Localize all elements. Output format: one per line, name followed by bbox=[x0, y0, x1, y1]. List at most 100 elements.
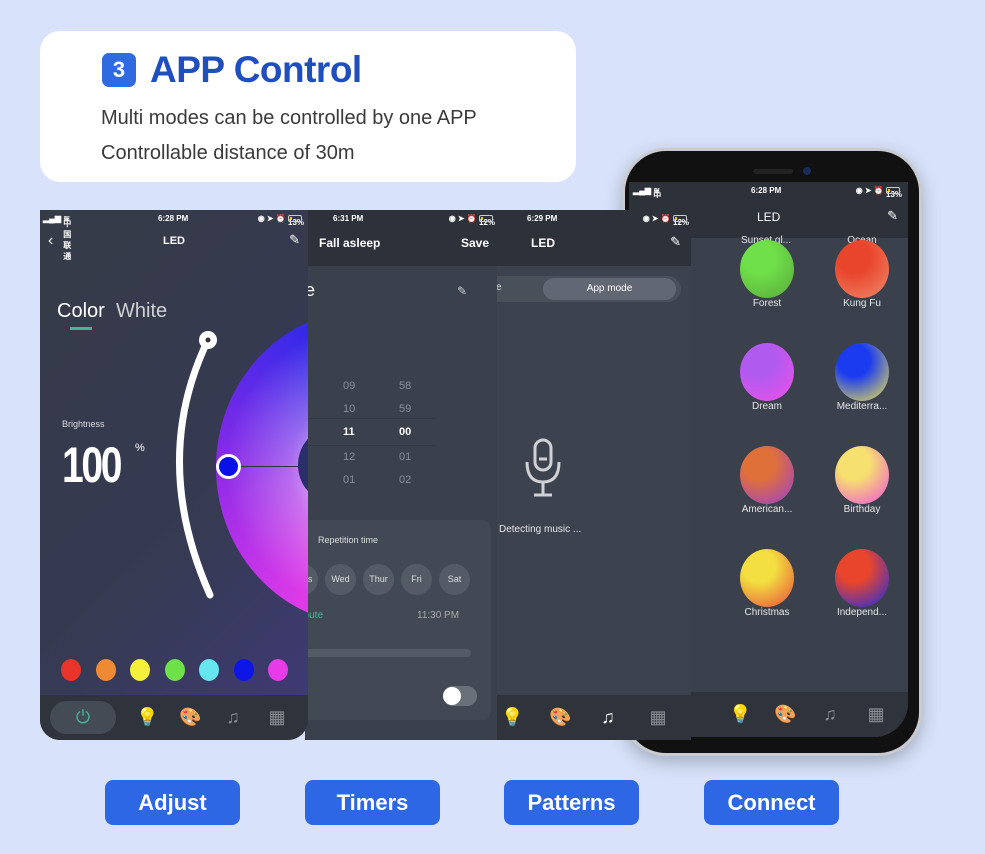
toggle-knob bbox=[443, 687, 461, 705]
time-picker-highlight bbox=[305, 418, 435, 446]
battery-icon bbox=[479, 215, 493, 223]
screen-title: Fall asleep bbox=[319, 236, 381, 250]
pattern-label: Christmas bbox=[744, 607, 790, 618]
save-button[interactable]: Save bbox=[461, 236, 489, 250]
clock: 6:28 PM bbox=[158, 214, 189, 223]
power-button[interactable]: ⏻ bbox=[50, 701, 116, 734]
subtitle-line-1: Multi modes can be controlled by one APP bbox=[101, 107, 477, 129]
music-icon[interactable]: ♫ bbox=[223, 707, 243, 727]
wheel-pointer-line bbox=[240, 466, 300, 467]
progress-track bbox=[305, 649, 471, 657]
color-swatch[interactable] bbox=[61, 659, 81, 681]
day-button[interactable]: Sat bbox=[439, 564, 470, 595]
music-icon[interactable]: ♫ bbox=[598, 707, 618, 727]
day-button[interactable]: Fri bbox=[401, 564, 432, 595]
pattern-label: American... bbox=[741, 504, 793, 515]
color-swatch[interactable] bbox=[233, 659, 254, 681]
edit-icon[interactable]: ✎ bbox=[670, 234, 681, 250]
color-swatch[interactable] bbox=[199, 659, 219, 681]
music-icon[interactable]: ♫ bbox=[820, 704, 840, 724]
tab-color[interactable]: Color bbox=[57, 300, 105, 323]
palette-icon[interactable]: 🎨 bbox=[179, 707, 201, 727]
hour-option[interactable]: 10 bbox=[343, 403, 355, 415]
screen-title: LED bbox=[531, 236, 555, 250]
battery-icon bbox=[288, 215, 302, 223]
screen-header bbox=[491, 226, 691, 266]
pattern-orb[interactable] bbox=[740, 240, 794, 298]
end-time: 11:30 PM bbox=[417, 610, 460, 621]
bulb-icon[interactable]: 💡 bbox=[136, 707, 158, 727]
timers-button[interactable]: Timers bbox=[305, 780, 440, 825]
microphone-icon bbox=[523, 438, 563, 502]
bulb-icon[interactable]: 💡 bbox=[501, 707, 523, 727]
pattern-label: Forest bbox=[752, 298, 782, 309]
edit-icon[interactable]: ✎ bbox=[887, 208, 898, 224]
color-swatch[interactable] bbox=[268, 659, 288, 681]
repetition-label: Repetition time bbox=[318, 535, 379, 545]
brightness-slider[interactable] bbox=[160, 320, 220, 610]
grid-icon[interactable]: ▦ bbox=[866, 704, 886, 724]
hour-option[interactable]: 11 bbox=[343, 426, 355, 438]
connect-button[interactable]: Connect bbox=[704, 780, 839, 825]
pattern-label: Dream bbox=[751, 401, 782, 412]
hour-option[interactable]: 12 bbox=[343, 451, 355, 463]
pattern-orb[interactable] bbox=[835, 240, 889, 298]
tab-color-indicator bbox=[70, 327, 92, 330]
day-button[interactable]: Wed bbox=[325, 564, 356, 595]
minute-option[interactable]: 59 bbox=[399, 403, 411, 415]
color-swatch[interactable] bbox=[130, 659, 150, 681]
battery-icon bbox=[886, 187, 900, 195]
minute-option[interactable]: 02 bbox=[399, 474, 411, 486]
color-picker-handle[interactable] bbox=[216, 454, 241, 479]
repetition-card: Repetition time TuesWedThurFriSat Minute… bbox=[305, 520, 491, 720]
screen-title: LED bbox=[163, 235, 185, 247]
header-card: 3 APP Control Multi modes can be control… bbox=[40, 31, 576, 182]
pattern-orb[interactable] bbox=[835, 343, 889, 401]
detecting-status: Detecting music ... bbox=[499, 524, 582, 535]
clock: 6:31 PM bbox=[333, 214, 364, 223]
page-title: APP Control bbox=[150, 49, 362, 90]
day-button[interactable]: Thur bbox=[363, 564, 394, 595]
pattern-orb[interactable] bbox=[835, 549, 889, 607]
color-screen: ▂▄▆ 中国联通 ≋ 6:28 PM ◉ ➤ ⏰ 13% ‹ LED ✎ Col… bbox=[40, 210, 308, 740]
palette-icon[interactable]: 🎨 bbox=[774, 704, 796, 724]
battery-icon bbox=[673, 215, 687, 223]
minute-option[interactable]: 00 bbox=[399, 426, 411, 438]
toggle-switch[interactable] bbox=[443, 686, 477, 706]
back-icon[interactable]: ‹ bbox=[48, 232, 53, 250]
speaker-grille bbox=[753, 169, 793, 174]
screen-title: LED bbox=[757, 210, 781, 224]
subtitle-line-2: Controllable distance of 30m bbox=[101, 142, 355, 164]
minute-option[interactable]: 01 bbox=[399, 451, 411, 463]
hour-option[interactable]: 09 bbox=[343, 380, 355, 392]
bulb-icon[interactable]: 💡 bbox=[729, 704, 751, 724]
pattern-label: Kung Fu bbox=[843, 298, 881, 309]
pattern-label: Independ... bbox=[836, 607, 888, 618]
edit-icon[interactable]: ✎ bbox=[289, 232, 300, 248]
pattern-orb[interactable] bbox=[835, 446, 889, 504]
color-swatch[interactable] bbox=[164, 659, 185, 681]
timer-screen: 6:31 PM ◉ ➤ ⏰ 12% Fall asleep Save e ✎ 0… bbox=[305, 210, 497, 740]
pattern-label: Birthday bbox=[843, 504, 881, 515]
clock: 6:28 PM bbox=[751, 186, 782, 195]
brightness-unit: % bbox=[135, 442, 145, 454]
adjust-button[interactable]: Adjust bbox=[105, 780, 240, 825]
music-screen: 6:29 PM ◉ ➤ ⏰ 12% LED ✎ e App mode Detec… bbox=[491, 210, 691, 740]
grid-icon[interactable]: ▦ bbox=[267, 707, 287, 727]
pattern-orb[interactable] bbox=[740, 549, 794, 607]
camera-icon bbox=[803, 167, 811, 175]
palette-icon[interactable]: 🎨 bbox=[549, 707, 571, 727]
grid-icon[interactable]: ▦ bbox=[648, 707, 668, 727]
carrier-label: 中国联通 bbox=[63, 219, 72, 261]
patterns-button[interactable]: Patterns bbox=[504, 780, 639, 825]
color-swatch[interactable] bbox=[95, 659, 116, 681]
minute-option[interactable]: 58 bbox=[399, 380, 411, 392]
pattern-orb[interactable] bbox=[740, 446, 794, 504]
clock: 6:29 PM bbox=[527, 214, 558, 223]
pattern-orb[interactable] bbox=[740, 343, 794, 401]
brightness-value: 100 bbox=[62, 437, 122, 493]
edit-icon[interactable]: ✎ bbox=[457, 284, 467, 298]
brightness-label: Brightness bbox=[62, 419, 105, 429]
mode-tab-app[interactable]: App mode bbox=[543, 278, 676, 300]
hour-option[interactable]: 01 bbox=[343, 474, 355, 486]
